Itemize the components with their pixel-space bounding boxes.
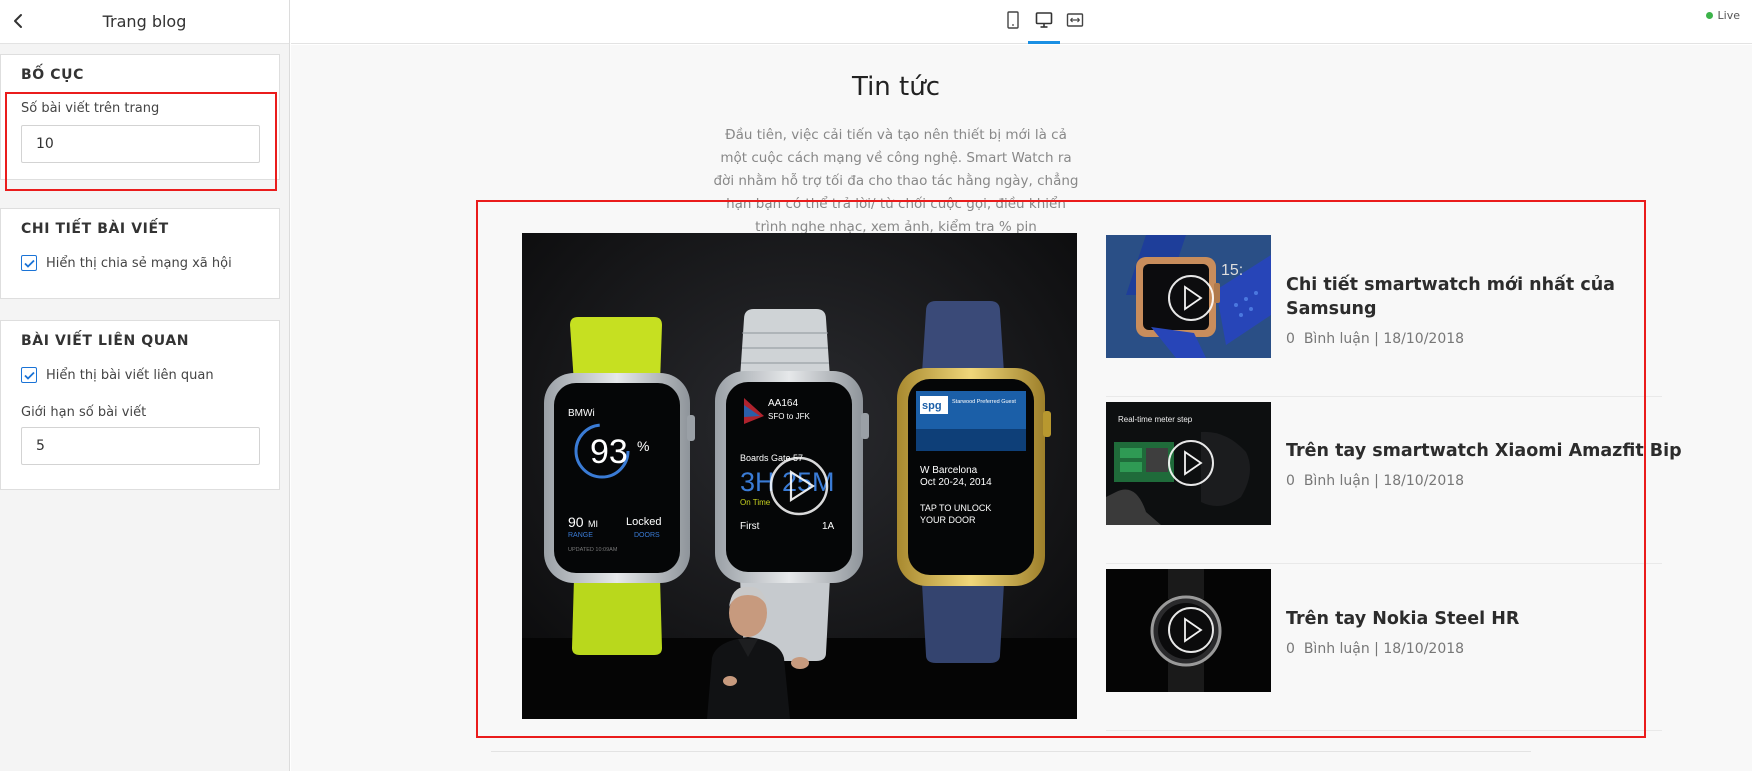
post-title[interactable]: Trên tay Nokia Steel HR [1286,607,1666,631]
svg-text:AA164: AA164 [768,398,798,409]
page-preview: Tin tức Đầu tiên, việc cải tiến và tạo n… [291,45,1752,771]
post-date: 18/10/2018 [1383,473,1465,489]
svg-text:3H 25M: 3H 25M [740,467,835,497]
post-thumbnail[interactable]: Real-time meter step [1106,402,1271,525]
post-info: Trên tay Nokia Steel HR 0 Bình luận | 18… [1286,607,1666,657]
svg-text:UPDATED 10:09AM: UPDATED 10:09AM [568,547,618,553]
checkbox-checked-icon[interactable] [21,367,37,383]
layout-card: BỐ CỤC Số bài viết trên trang 10 [0,54,280,180]
comment-count: 0 [1286,473,1295,489]
layout-heading: BỐ CỤC [21,67,84,83]
svg-text:TAP TO UNLOCK: TAP TO UNLOCK [920,503,991,513]
related-posts-heading: BÀI VIẾT LIÊN QUAN [21,333,190,349]
related-limit-input[interactable]: 5 [21,427,260,465]
svg-text:YOUR DOOR: YOUR DOOR [920,515,976,525]
page-title: Tin tức [851,72,941,102]
post-info: Chi tiết smartwatch mới nhất của Samsung… [1286,273,1666,347]
svg-text:Locked: Locked [626,516,661,528]
svg-text:Oct 20-24, 2014: Oct 20-24, 2014 [920,477,992,488]
post-title[interactable]: Chi tiết smartwatch mới nhất của Samsung [1286,273,1666,321]
svg-text:15:: 15: [1221,262,1243,279]
svg-text:1A: 1A [822,521,835,532]
show-related-toggle[interactable]: Hiển thị bài viết liên quan [21,367,214,383]
svg-text:Real-time meter step: Real-time meter step [1118,415,1193,424]
posts-per-page-label: Số bài viết trên trang [21,101,160,116]
section-divider [491,751,1531,752]
svg-text:DOORS: DOORS [634,532,660,539]
post-title[interactable]: Trên tay smartwatch Xiaomi Amazfit Bip [1286,439,1682,463]
comment-count: 0 [1286,641,1295,657]
svg-text:MI: MI [588,519,598,529]
related-limit-label: Giới hạn số bài viết [21,405,147,420]
comment-label: Bình luận [1303,473,1370,489]
svg-text:SFO to JFK: SFO to JFK [768,412,810,421]
featured-post-image[interactable]: BMWi 93 % 90 MI RANGE Locked DOORS UPDAT… [522,233,1077,719]
svg-text:Starwood Preferred Guest: Starwood Preferred Guest [952,399,1016,405]
svg-text:90: 90 [568,514,584,530]
svg-text:RANGE: RANGE [568,532,593,539]
post-thumbnail[interactable] [1106,569,1271,692]
post-date: 18/10/2018 [1383,331,1465,347]
post-date: 18/10/2018 [1383,641,1465,657]
svg-text:BMWi: BMWi [568,408,595,419]
comment-label: Bình luận [1303,331,1370,347]
device-desktop-button[interactable] [1028,0,1060,44]
sidebar-title: Trang blog [102,12,187,31]
comment-label: Bình luận [1303,641,1370,657]
post-item: Real-time meter step Trên tay smartwatch… [1106,397,1682,564]
checkbox-checked-icon[interactable] [21,255,37,271]
fullwidth-icon [1066,11,1084,33]
posts-per-page-input[interactable]: 10 [21,125,260,163]
preview-toolbar: Live [291,0,1752,44]
post-meta: 0 Bình luận | 18/10/2018 [1286,473,1465,489]
post-info: Trên tay smartwatch Xiaomi Amazfit Bip 0… [1286,439,1682,489]
live-dot-icon [1705,12,1713,19]
svg-text:On Time: On Time [740,498,771,507]
post-thumbnail[interactable]: 15: [1106,235,1271,358]
post-item: 15: Chi tiết smartwatch mới nhất của Sam… [1106,230,1662,397]
desktop-icon [1035,11,1053,33]
mobile-icon [1006,11,1020,33]
settings-sidebar: Trang blog BỐ CỤC Số bài viết trên trang… [0,0,290,771]
social-share-label: Hiển thị chia sẻ mạng xã hội [46,255,232,271]
live-status-label: Live [1717,9,1740,22]
comment-count: 0 [1286,331,1295,347]
device-fullwidth-button[interactable] [1059,0,1091,44]
post-meta: 0 Bình luận | 18/10/2018 [1286,641,1465,657]
svg-text:93: 93 [590,433,628,471]
back-arrow-icon[interactable] [6,9,30,33]
sidebar-header: Trang blog [0,0,289,44]
svg-text:W Barcelona: W Barcelona [920,465,978,476]
post-item: Trên tay Nokia Steel HR 0 Bình luận | 18… [1106,564,1662,731]
device-mobile-button[interactable] [997,0,1029,44]
related-posts-card: BÀI VIẾT LIÊN QUAN Hiển thị bài viết liê… [0,320,280,490]
social-share-toggle[interactable]: Hiển thị chia sẻ mạng xã hội [21,255,232,271]
post-detail-heading: CHI TIẾT BÀI VIẾT [21,221,169,237]
post-meta: 0 Bình luận | 18/10/2018 [1286,331,1465,347]
svg-text:First: First [740,521,760,532]
live-status: Live [1705,9,1740,22]
show-related-label: Hiển thị bài viết liên quan [46,367,214,383]
svg-text:spg: spg [922,400,942,412]
svg-text:%: % [637,438,649,454]
post-detail-card: CHI TIẾT BÀI VIẾT Hiển thị chia sẻ mạng … [0,208,280,299]
